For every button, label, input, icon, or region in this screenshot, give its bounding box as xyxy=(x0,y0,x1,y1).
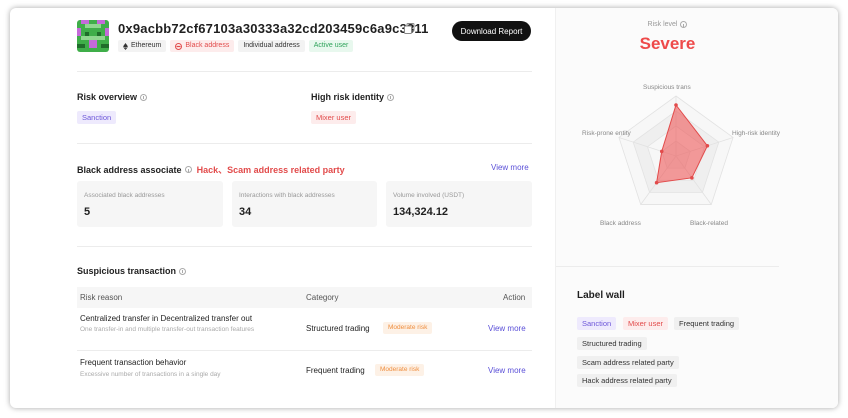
col-category: Category xyxy=(306,293,339,302)
main-panel: 0x9acbb72cf67103a30333a32cd203459c6a9c33… xyxy=(10,8,550,408)
risk-level-value: Severe xyxy=(639,34,696,53)
divider xyxy=(77,246,532,247)
divider xyxy=(556,266,779,267)
table-row: Centralized transfer in Decentralized tr… xyxy=(80,314,526,334)
radar-data-point xyxy=(705,144,710,148)
label-sanction: Sanction xyxy=(577,317,617,330)
radar-label-risk-prone: Risk-prone entity xyxy=(582,130,631,137)
risk-badge: Moderate risk xyxy=(375,364,425,376)
address-avatar xyxy=(77,20,109,52)
download-report-button[interactable]: Download Report xyxy=(452,21,531,41)
info-icon[interactable] xyxy=(387,93,395,101)
label-frequent-trading: Frequent trading xyxy=(674,317,740,330)
radar-data-point xyxy=(690,176,694,180)
info-icon[interactable] xyxy=(179,267,187,275)
divider xyxy=(77,143,532,144)
tag-black-address: Black address xyxy=(170,40,235,52)
info-icon[interactable] xyxy=(140,93,148,101)
high-risk-identity-chip: Mixer user xyxy=(311,111,357,124)
radar-data-point xyxy=(659,149,664,154)
radar-data-point xyxy=(674,103,678,107)
radar-label-black-address: Black address xyxy=(600,220,641,227)
copy-icon[interactable] xyxy=(404,23,415,34)
risk-overview-heading: Risk overview xyxy=(77,92,148,102)
label-mixer-user: Mixer user xyxy=(623,317,669,330)
label-structured-trading: Structured trading xyxy=(577,337,647,350)
stat-interactions: Interactions with black addresses 34 xyxy=(232,181,377,227)
wallet-address: 0x9acbb72cf67103a30333a32cd203459c6a9c33… xyxy=(118,21,429,36)
stat-volume-involved: Volume involved (USDT) 134,324.12 xyxy=(386,181,532,227)
radar-label-black-related: Black-related xyxy=(690,220,728,227)
tag-individual-address: Individual address xyxy=(238,40,305,52)
report-window: 0x9acbb72cf67103a30333a32cd203459c6a9c33… xyxy=(10,8,838,408)
divider xyxy=(77,350,532,351)
risk-badge: Moderate risk xyxy=(383,322,433,334)
info-icon[interactable] xyxy=(184,166,192,173)
block-icon xyxy=(175,42,183,50)
risk-overview-chip: Sanction xyxy=(77,111,117,124)
risk-level-label: Risk level xyxy=(556,21,779,28)
black-associate-highlight: Hack、Scam address related party xyxy=(196,165,345,175)
risk-radar-chart xyxy=(618,95,734,205)
table-row: Frequent transaction behavior Excessive … xyxy=(80,358,526,378)
tag-active-user: Active user xyxy=(308,40,354,52)
tag-ethereum: Ethereum xyxy=(118,40,167,52)
label-wall-title: Label wall xyxy=(577,290,625,301)
black-associate-view-more-link[interactable]: View more xyxy=(491,163,529,172)
risk-side-panel: Risk level Severe Suspicious trans High-… xyxy=(555,8,838,408)
radar-data-point xyxy=(654,180,659,185)
suspicious-transaction-heading: Suspicious transaction xyxy=(77,266,187,276)
row-view-more-link[interactable]: View more xyxy=(488,366,526,375)
label-scam-related: Scam address related party xyxy=(577,356,679,369)
radar-label-high-risk: High-risk identity xyxy=(732,130,781,137)
high-risk-identity-heading: High risk identity xyxy=(311,92,395,102)
col-risk-reason: Risk reason xyxy=(80,293,123,302)
radar-label-suspicious: Suspicious trans xyxy=(643,84,691,91)
suspicious-table-header: Risk reason Category Action xyxy=(77,287,532,308)
row-view-more-link[interactable]: View more xyxy=(488,324,526,333)
info-icon[interactable] xyxy=(680,21,688,28)
stat-associated-black-addresses: Associated black addresses 5 xyxy=(77,181,223,227)
label-hack-related: Hack address related party xyxy=(577,374,677,387)
col-action: Action xyxy=(503,293,526,302)
black-associate-heading: Black address associate Hack、Scam addres… xyxy=(77,164,345,176)
divider xyxy=(77,71,532,72)
ethereum-icon xyxy=(123,42,128,50)
address-tags: Ethereum Black address Individual addres… xyxy=(118,40,354,52)
